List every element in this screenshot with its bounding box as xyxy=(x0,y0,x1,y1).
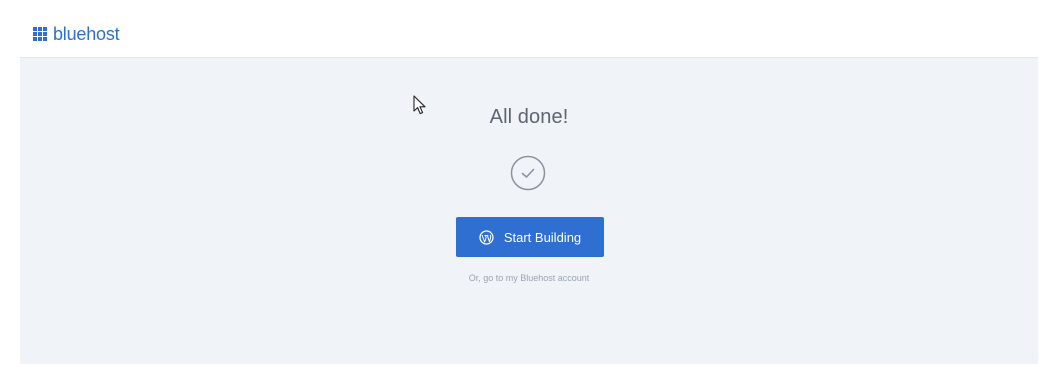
start-building-button[interactable]: Start Building xyxy=(456,217,604,257)
top-header: bluehost xyxy=(0,0,1058,57)
start-building-label: Start Building xyxy=(503,229,582,245)
mouse-cursor-icon xyxy=(413,95,426,115)
wordpress-icon xyxy=(479,229,494,245)
logo-text: bluehost xyxy=(53,24,120,44)
bluehost-logo[interactable]: bluehost xyxy=(33,24,120,44)
bluehost-account-link[interactable]: Or, go to my Bluehost account xyxy=(20,273,1038,283)
page-title: All done! xyxy=(489,106,569,128)
grid-icon xyxy=(33,27,47,41)
check-circle-icon xyxy=(510,155,546,191)
completion-panel: All done! Start Building Or, go to my Bl… xyxy=(20,57,1038,364)
